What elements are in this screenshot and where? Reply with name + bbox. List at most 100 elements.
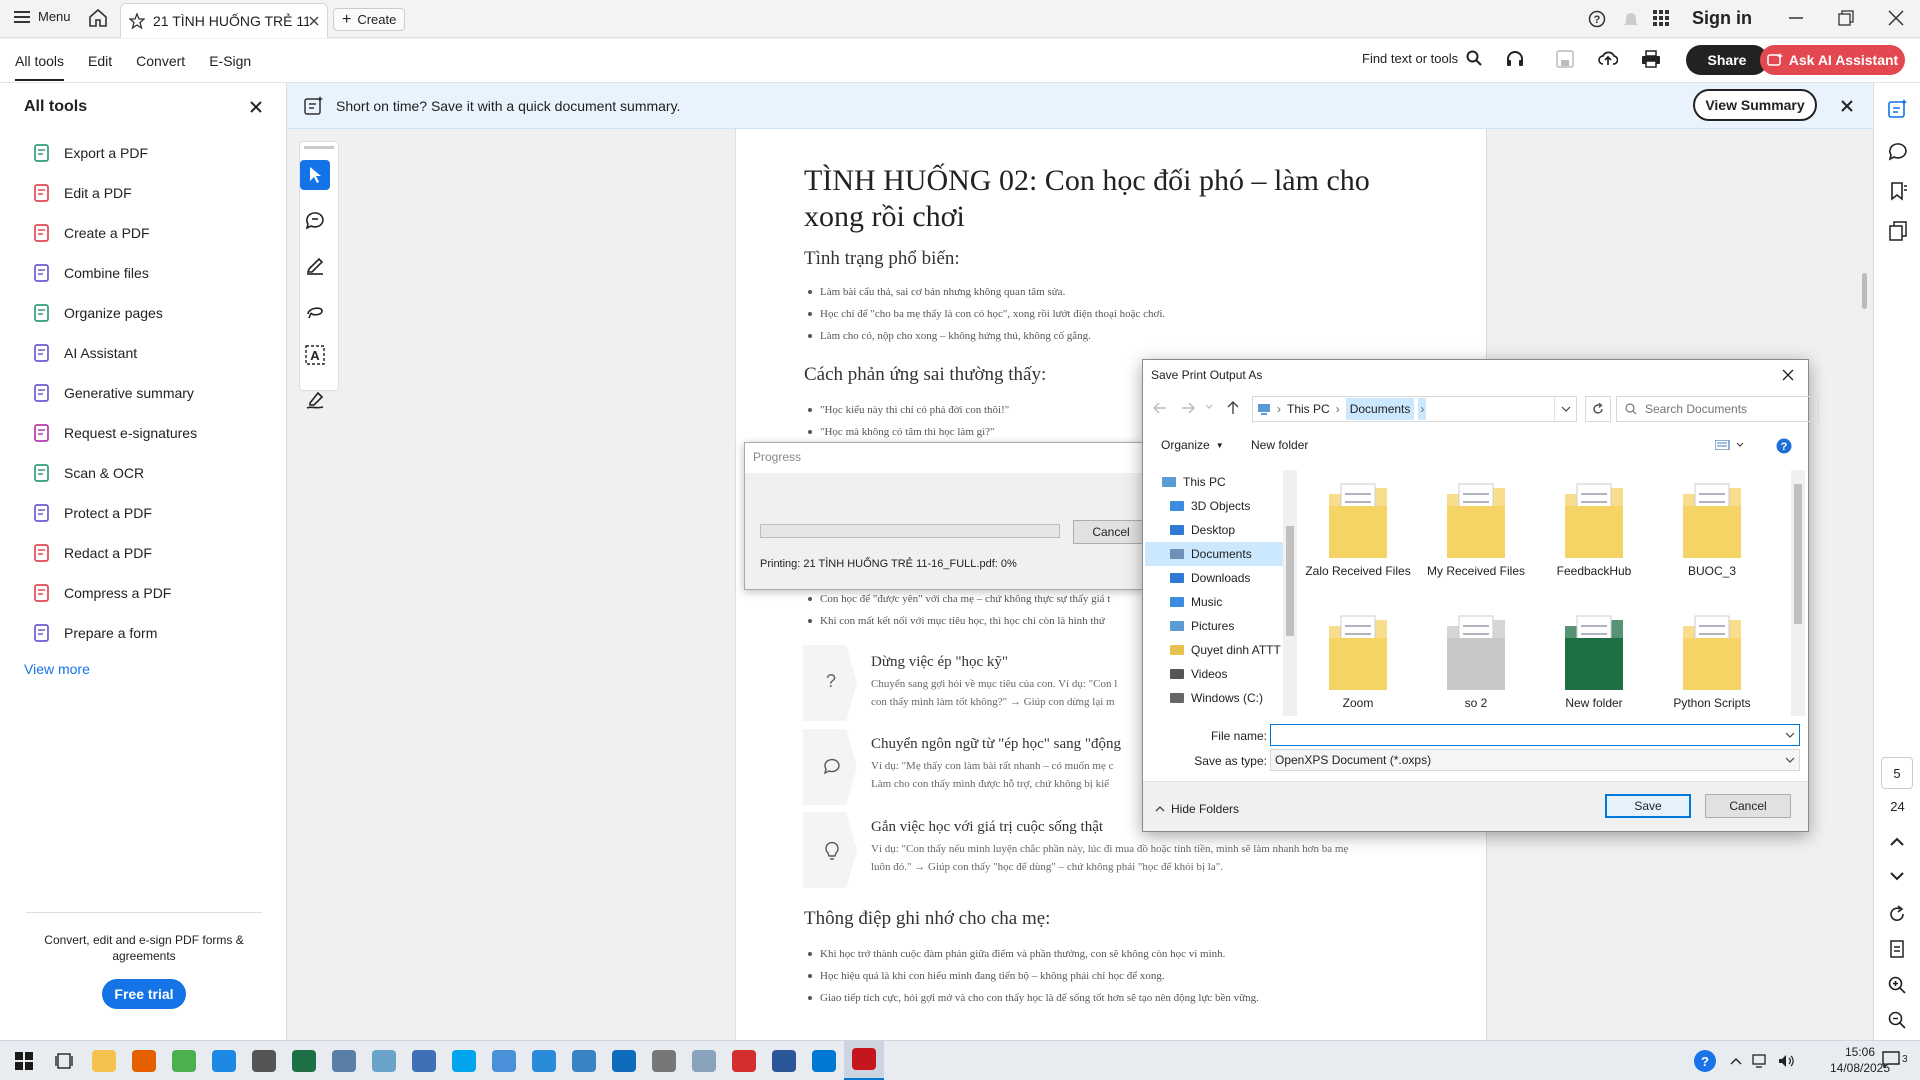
taskbar-app-icon[interactable] <box>604 1041 644 1080</box>
nav-item-music[interactable]: Music <box>1145 590 1283 614</box>
menu-edit[interactable]: Edit <box>88 53 112 69</box>
recent-dropdown-icon[interactable] <box>1205 404 1213 410</box>
document-tab[interactable]: 21 TÌNH HUỐNG TRẺ 11-1... <box>120 3 328 38</box>
bookmark-icon[interactable] <box>1888 181 1908 201</box>
cloud-upload-icon[interactable] <box>1598 49 1618 67</box>
close-window-icon[interactable] <box>1888 10 1904 26</box>
help-icon[interactable]: ? <box>1588 10 1606 28</box>
free-trial-button[interactable]: Free trial <box>102 979 186 1009</box>
menu-all-tools[interactable]: All tools <box>15 41 65 81</box>
taskbar-app-icon[interactable] <box>684 1041 724 1080</box>
dialog-close-icon[interactable] <box>1768 360 1808 390</box>
forward-arrow-icon[interactable] <box>1181 402 1195 414</box>
search-documents-input[interactable] <box>1645 402 1795 416</box>
tool-compress-a-pdf[interactable]: Compress a PDF <box>0 573 286 613</box>
close-tab-icon[interactable] <box>309 16 319 26</box>
folder-zoom[interactable]: Zoom <box>1303 604 1413 710</box>
menu-convert[interactable]: Convert <box>136 53 185 69</box>
save-button[interactable]: Save <box>1605 794 1691 818</box>
draw-freehand-icon[interactable] <box>300 295 330 325</box>
up-arrow-icon[interactable] <box>1227 401 1239 415</box>
view-more-link[interactable]: View more <box>24 661 90 677</box>
taskbar-app-icon[interactable] <box>164 1041 204 1080</box>
task-view-icon[interactable] <box>44 1041 84 1080</box>
back-arrow-icon[interactable] <box>1153 402 1167 414</box>
text-box-icon[interactable]: A <box>300 340 330 370</box>
chevron-up-icon[interactable] <box>1730 1057 1742 1065</box>
taskbar-app-icon[interactable] <box>644 1041 684 1080</box>
taskbar-app-icon[interactable] <box>404 1041 444 1080</box>
nav-item-pictures[interactable]: Pictures <box>1145 614 1283 638</box>
taskbar-app-icon[interactable] <box>564 1041 604 1080</box>
help-tray-icon[interactable]: ? <box>1694 1050 1716 1072</box>
tool-redact-a-pdf[interactable]: Redact a PDF <box>0 533 286 573</box>
volume-icon[interactable] <box>1778 1054 1796 1068</box>
page-number-input[interactable]: 5 <box>1881 757 1913 789</box>
taskbar-app-icon[interactable] <box>484 1041 524 1080</box>
address-dropdown-icon[interactable] <box>1554 397 1576 421</box>
taskbar-app-icon[interactable] <box>444 1041 484 1080</box>
tool-generative-summary[interactable]: Generative summary <box>0 373 286 413</box>
page-down-icon[interactable] <box>1890 871 1904 881</box>
taskbar-app-icon[interactable] <box>324 1041 364 1080</box>
help-icon[interactable]: ? <box>1776 438 1792 454</box>
notification-center[interactable]: 3 <box>1882 1050 1908 1068</box>
nav-item-windows-c[interactable]: Windows (C:) <box>1145 686 1283 710</box>
taskbar-app-icon[interactable] <box>764 1041 804 1080</box>
nav-item-quyet-dinh-attt[interactable]: Quyet dinh ATTT <box>1145 638 1283 662</box>
nav-item-documents[interactable]: Documents <box>1145 542 1283 566</box>
tool-ai-assistant[interactable]: AI Assistant <box>0 333 286 373</box>
menu-esign[interactable]: E-Sign <box>209 53 251 69</box>
share-button[interactable]: Share <box>1686 45 1768 75</box>
ai-summary-icon[interactable] <box>1888 99 1908 119</box>
nav-item-desktop[interactable]: Desktop <box>1145 518 1283 542</box>
search-documents-box[interactable] <box>1616 396 1819 422</box>
nav-item-3d-objects[interactable]: 3D Objects <box>1145 494 1283 518</box>
tool-combine-files[interactable]: Combine files <box>0 253 286 293</box>
nav-item-this-pc[interactable]: This PC <box>1145 470 1283 494</box>
copy-pages-icon[interactable] <box>1888 221 1908 241</box>
tool-export-a-pdf[interactable]: Export a PDF <box>0 133 286 173</box>
home-icon[interactable] <box>88 8 108 28</box>
vertical-scrollbar[interactable] <box>1862 273 1867 309</box>
taskbar-app-icon[interactable] <box>844 1040 884 1080</box>
organize-button[interactable]: Organize ▼ <box>1161 438 1224 452</box>
windows-start-icon[interactable] <box>4 1041 44 1080</box>
zoom-in-icon[interactable] <box>1888 976 1906 994</box>
folder-buoc-3[interactable]: BUOC_3 <box>1657 472 1767 578</box>
apps-grid-icon[interactable] <box>1653 10 1669 26</box>
save-type-select[interactable]: OpenXPS Document (*.oxps) <box>1270 749 1800 771</box>
comment-panel-icon[interactable] <box>1888 141 1908 161</box>
add-comment-icon[interactable] <box>300 205 330 235</box>
hide-folders-toggle[interactable]: Hide Folders <box>1155 802 1239 816</box>
taskbar-app-icon[interactable] <box>244 1041 284 1080</box>
close-panel-icon[interactable] <box>250 101 262 113</box>
taskbar-app-icon[interactable] <box>84 1041 124 1080</box>
taskbar-app-icon[interactable] <box>804 1041 844 1080</box>
dropdown-arrow-icon[interactable] <box>1781 732 1799 738</box>
rotate-icon[interactable] <box>1888 905 1906 923</box>
folder-feedbackhub[interactable]: FeedbackHub <box>1539 472 1649 578</box>
zoom-out-icon[interactable] <box>1888 1011 1906 1029</box>
refresh-icon[interactable] <box>1585 396 1611 422</box>
folder-zalo-received-files[interactable]: Zalo Received Files <box>1303 472 1413 578</box>
breadcrumb-this-pc[interactable]: This PC <box>1287 402 1330 416</box>
tool-prepare-a-form[interactable]: Prepare a form <box>0 613 286 653</box>
nav-item-videos[interactable]: Videos <box>1145 662 1283 686</box>
folder-so-2[interactable]: so 2 <box>1421 604 1531 710</box>
tool-create-a-pdf[interactable]: Create a PDF <box>0 213 286 253</box>
file-name-input[interactable] <box>1271 728 1781 742</box>
tool-edit-a-pdf[interactable]: Edit a PDF <box>0 173 286 213</box>
restore-icon[interactable] <box>1838 10 1854 26</box>
view-options-icon[interactable] <box>1715 440 1745 450</box>
nav-item-downloads[interactable]: Downloads <box>1145 566 1283 590</box>
sign-icon[interactable] <box>300 385 330 415</box>
cancel-button[interactable]: Cancel <box>1705 794 1791 818</box>
bell-icon[interactable] <box>1623 10 1639 28</box>
taskbar-app-icon[interactable] <box>124 1041 164 1080</box>
folder-python-scripts[interactable]: Python Scripts <box>1657 604 1767 710</box>
star-icon[interactable] <box>129 13 145 29</box>
page-up-icon[interactable] <box>1890 837 1904 847</box>
file-name-field[interactable] <box>1270 724 1800 746</box>
menu-button[interactable]: Menu <box>14 9 71 24</box>
